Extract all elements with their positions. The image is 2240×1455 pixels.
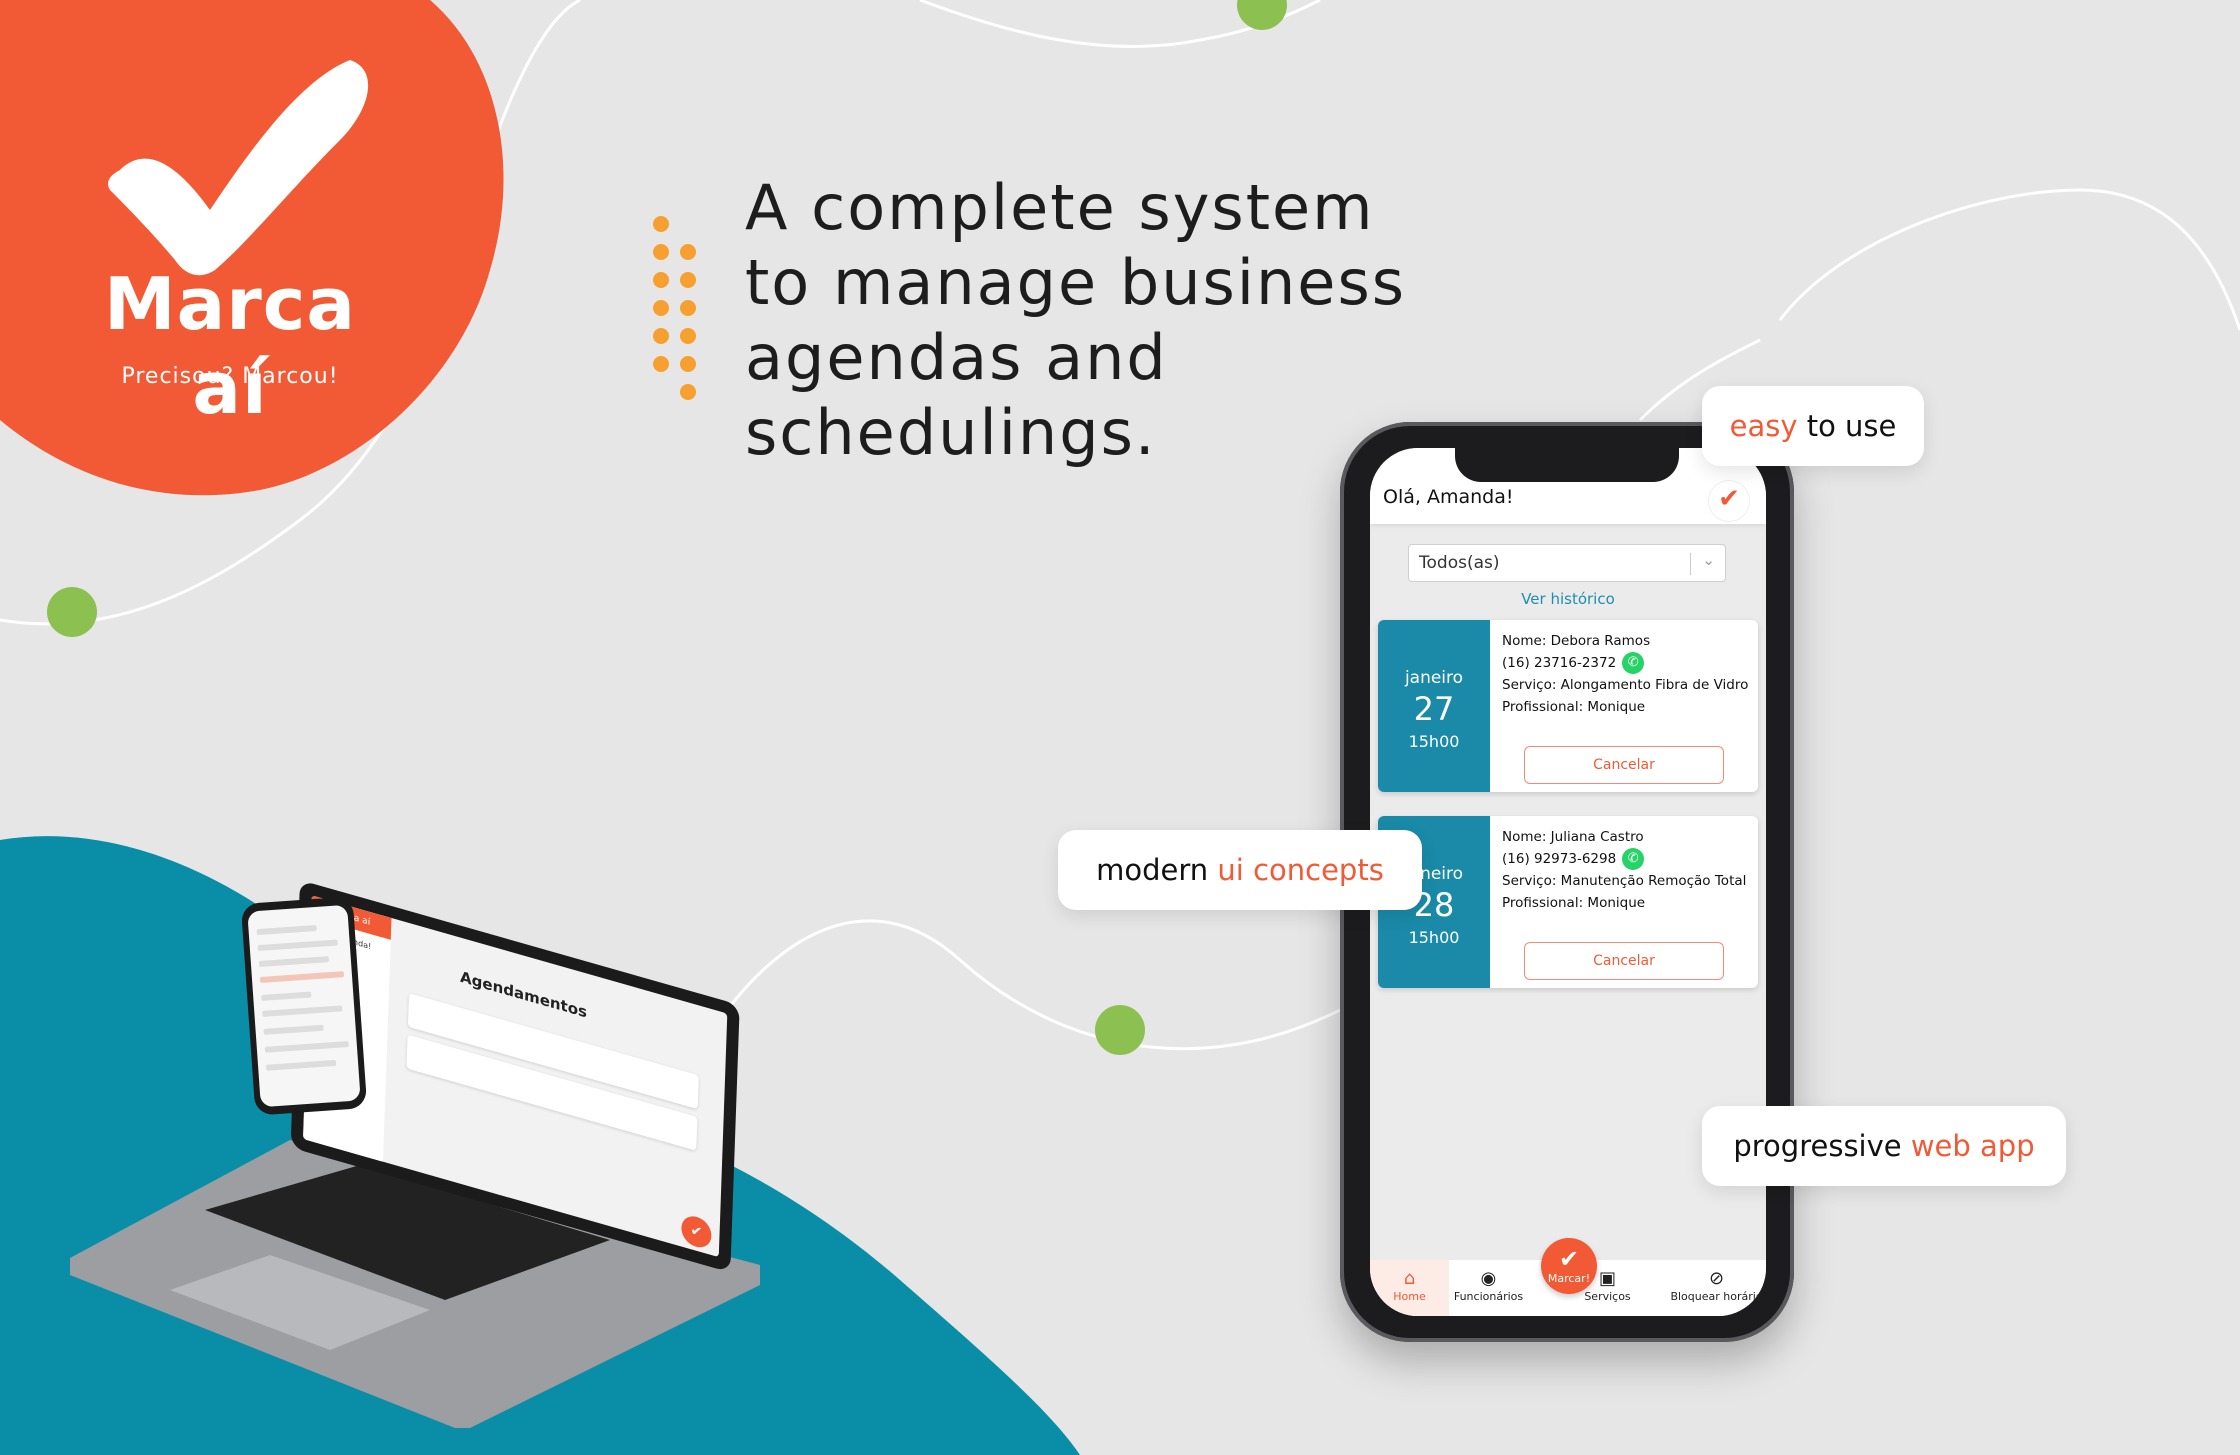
marcar-fab-button[interactable]: ✔ Marcar!	[1541, 1238, 1597, 1294]
tab-label: Bloquear horário	[1670, 1290, 1763, 1303]
tab-label: Serviços	[1584, 1290, 1631, 1303]
filter-select-value: Todos(as)	[1419, 553, 1500, 573]
app-logo-icon: ✔	[1708, 480, 1750, 522]
service-name: Serviço: Alongamento Fibra de Vidro	[1502, 677, 1749, 693]
appointment-day: 27	[1413, 690, 1455, 728]
mini-phone-screen	[247, 904, 361, 1108]
chevron-down-icon: ⌄	[1702, 551, 1715, 569]
pill-text: to use	[1797, 409, 1897, 443]
check-icon: ✔	[1558, 1245, 1580, 1273]
placeholder-line	[262, 1005, 343, 1017]
pill-easy-to-use: easy to use	[1702, 386, 1924, 466]
pill-modern-ui: modern ui concepts	[1058, 830, 1422, 910]
pill-highlight: web app	[1910, 1129, 2035, 1163]
user-circle-icon: ◉	[1480, 1268, 1497, 1289]
client-phone: (16) 23716-2372	[1502, 655, 1617, 671]
mini-phone-mockup	[240, 896, 368, 1116]
appointment-info: Nome: Juliana Castro (16) 92973-6298 ✆ Se…	[1502, 826, 1752, 914]
client-name: Nome: Debora Ramos	[1502, 633, 1651, 649]
appointment-card: janeiro 27 15h00 Nome: Debora Ramos (16)…	[1378, 620, 1758, 792]
laptop-fab-button: ✔	[680, 1212, 712, 1251]
client-phone: (16) 92973-6298	[1502, 851, 1617, 867]
filter-select[interactable]: Todos(as) ⌄	[1408, 544, 1726, 582]
placeholder-line	[256, 924, 317, 936]
pill-highlight: easy	[1729, 409, 1798, 443]
phone-notch	[1455, 448, 1679, 482]
select-divider	[1690, 553, 1691, 575]
appointment-card: janeiro 28 15h00 Nome: Juliana Castro (1…	[1378, 816, 1758, 988]
professional-name: Profissional: Monique	[1502, 699, 1646, 715]
pill-text: progressive	[1733, 1129, 1911, 1163]
tab-funcionarios[interactable]: ◉ Funcionários	[1449, 1260, 1528, 1316]
professional-name: Profissional: Monique	[1502, 895, 1646, 911]
tab-label: Home	[1393, 1290, 1426, 1303]
headline-line-2: to manage business	[745, 246, 1407, 319]
brand-name: Marca aí	[103, 262, 356, 430]
headline: A complete system to manage business age…	[745, 170, 1445, 470]
client-name: Nome: Juliana Castro	[1502, 829, 1644, 845]
placeholder-line	[257, 939, 338, 952]
client-phone-row: (16) 23716-2372 ✆	[1502, 652, 1752, 674]
headline-line-4: schedulings.	[745, 396, 1157, 469]
fab-label: Marcar!	[1547, 1272, 1591, 1285]
appointment-info: Nome: Debora Ramos (16) 23716-2372 ✆ Serv…	[1502, 630, 1752, 718]
tab-bloquear-horario[interactable]: ⊘ Bloquear horário	[1667, 1260, 1766, 1316]
whatsapp-icon[interactable]: ✆	[1622, 848, 1645, 870]
headline-line-1: A complete system	[745, 171, 1375, 244]
placeholder-line	[263, 1024, 324, 1035]
pill-text: modern	[1096, 853, 1218, 887]
block-icon: ⊘	[1708, 1268, 1725, 1289]
phone-screen: Olá, Amanda! ✔ Todos(as) ⌄ Ver histórico…	[1370, 448, 1766, 1316]
pill-progressive-web-app: progressive web app	[1702, 1106, 2066, 1186]
service-name: Serviço: Manutenção Remoção Total	[1502, 873, 1747, 889]
appointment-time: 15h00	[1408, 928, 1460, 947]
tab-home[interactable]: ⌂ Home	[1370, 1260, 1449, 1316]
brand-slogan: Precisou? Marcou!	[121, 364, 339, 389]
placeholder-line	[258, 956, 330, 968]
client-phone-row: (16) 92973-6298 ✆	[1502, 848, 1752, 870]
placeholder-line	[266, 1059, 337, 1071]
appointment-date: janeiro 27 15h00	[1378, 620, 1490, 792]
home-icon: ⌂	[1403, 1268, 1416, 1289]
history-link[interactable]: Ver histórico	[1370, 590, 1766, 608]
whatsapp-icon[interactable]: ✆	[1622, 652, 1645, 674]
appointment-month: janeiro	[1404, 668, 1464, 688]
appointment-time: 15h00	[1408, 732, 1460, 751]
placeholder-line	[264, 1040, 349, 1053]
pill-highlight: ui concepts	[1217, 853, 1384, 887]
tab-label: Funcionários	[1453, 1290, 1524, 1303]
cancel-button[interactable]: Cancelar	[1524, 746, 1724, 784]
headline-line-3: agendas and	[745, 321, 1168, 394]
placeholder-line	[259, 971, 345, 983]
placeholder-line	[261, 991, 312, 1001]
greeting: Olá, Amanda!	[1383, 486, 1514, 508]
cancel-button[interactable]: Cancelar	[1524, 942, 1724, 980]
